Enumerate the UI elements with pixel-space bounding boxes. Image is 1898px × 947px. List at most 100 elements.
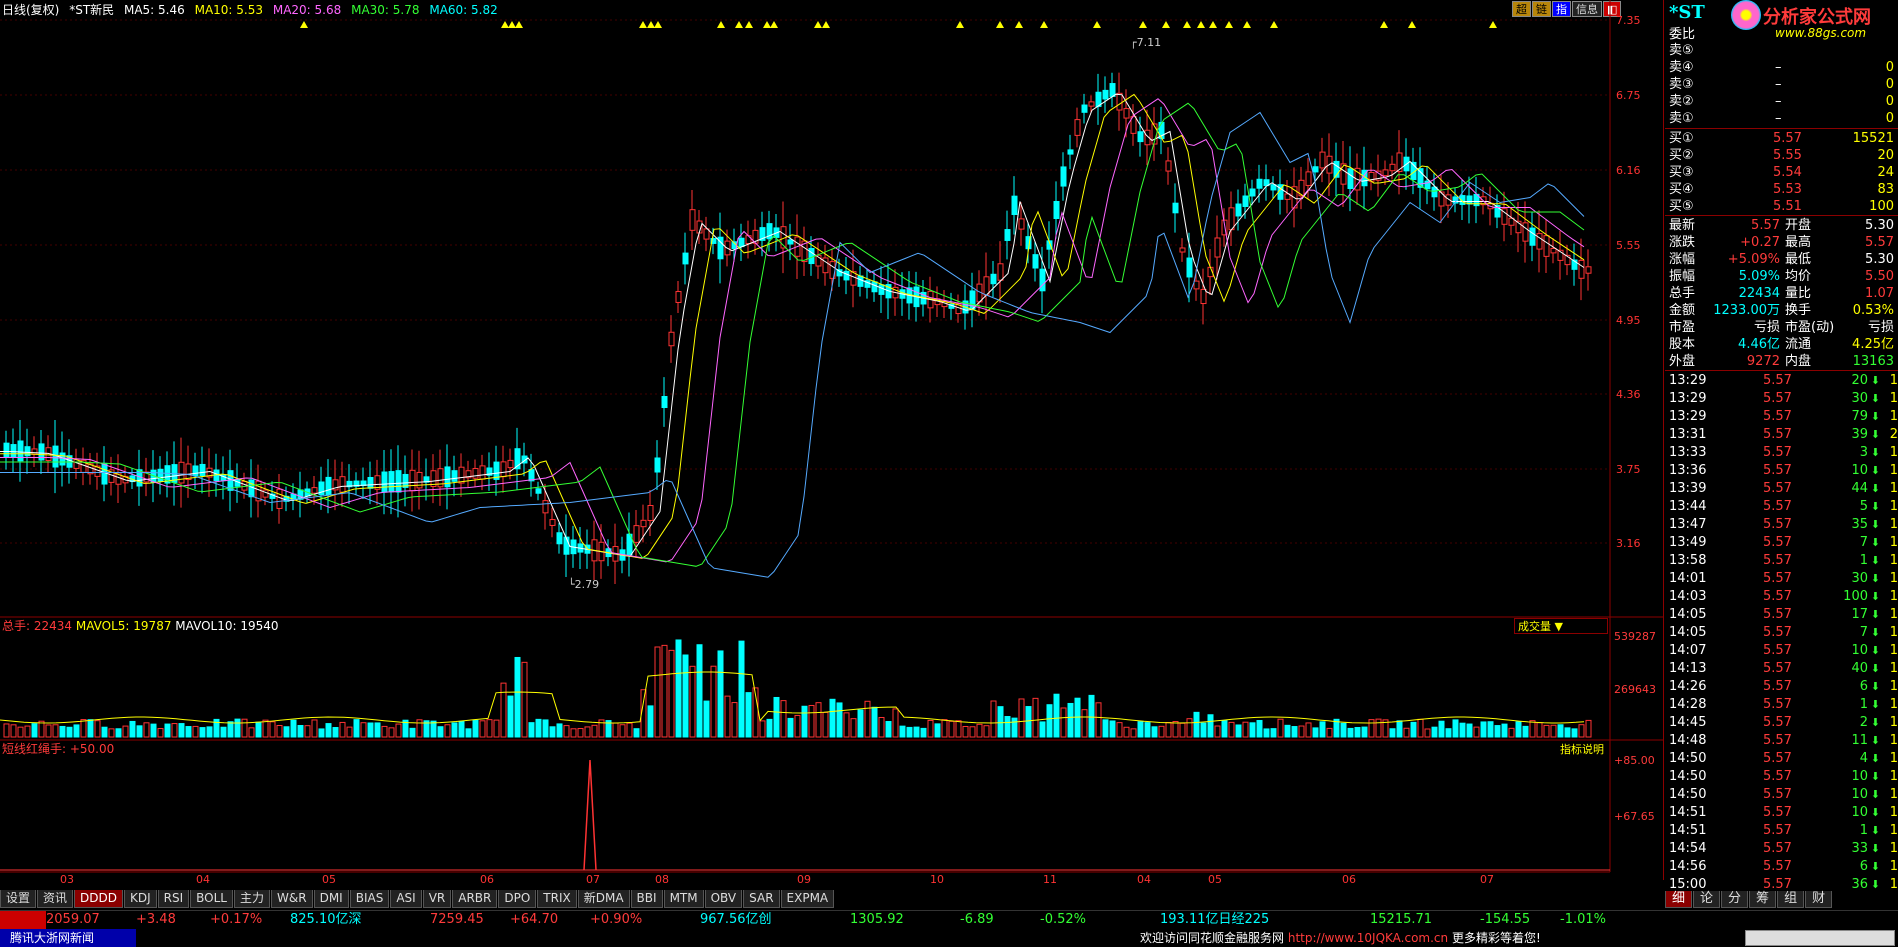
- volume-bar: [10, 724, 17, 738]
- tick-row[interactable]: 13:39 5.57 44 ⬇ 1: [1665, 480, 1898, 497]
- buy-label: 买⑤: [1669, 199, 1694, 214]
- volume-bar: [528, 722, 535, 738]
- tick-count: 1: [1889, 787, 1898, 802]
- arrow-down-icon: ⬇: [1870, 608, 1880, 621]
- candle-body: [1032, 254, 1039, 269]
- tick-count: 1: [1889, 571, 1898, 586]
- tick-row[interactable]: 14:13 5.57 40 ⬇ 1: [1665, 660, 1898, 677]
- welcome-url[interactable]: http://www.10JQKA.com.cn: [1288, 931, 1448, 945]
- tab-1[interactable]: 资讯: [37, 890, 74, 908]
- stat-value-b: 1.07: [1865, 286, 1894, 301]
- tab-20[interactable]: EXPMA: [780, 890, 835, 908]
- tick-row[interactable]: 14:45 5.57 2 ⬇ 1: [1665, 714, 1898, 731]
- volume-bar: [1284, 724, 1291, 738]
- tick-count: 1: [1889, 823, 1898, 838]
- tab-11[interactable]: VR: [422, 890, 452, 908]
- tick-row[interactable]: 14:51 5.57 1 ⬇ 1: [1665, 822, 1898, 839]
- arrow-down-icon: ⬇: [1870, 878, 1880, 891]
- tab-3[interactable]: KDJ: [124, 890, 157, 908]
- tick-row[interactable]: 14:50 5.57 10 ⬇ 1: [1665, 786, 1898, 803]
- tick-row[interactable]: 13:49 5.57 7 ⬇ 1: [1665, 534, 1898, 551]
- tick-row[interactable]: 13:29 5.57 30 ⬇ 1: [1665, 390, 1898, 407]
- kline-chart-area[interactable]: 日线(复权) *ST新民 MA5: 5.46 MA10: 5.53 MA20: …: [0, 0, 1664, 886]
- volume-bar: [451, 722, 458, 738]
- tick-row[interactable]: 14:07 5.57 10 ⬇ 1: [1665, 642, 1898, 659]
- tick-row[interactable]: 13:36 5.57 10 ⬇ 1: [1665, 462, 1898, 479]
- stat-value-b: 13163: [1852, 354, 1894, 369]
- volume-bar: [283, 726, 290, 738]
- buy-volume: 24: [1877, 165, 1894, 180]
- tick-row[interactable]: 14:01 5.57 30 ⬇ 1: [1665, 570, 1898, 587]
- tab-17[interactable]: MTM: [663, 890, 704, 908]
- right-tab-3[interactable]: 筹: [1749, 891, 1777, 908]
- tab-14[interactable]: TRIX: [537, 890, 577, 908]
- arrow-down-icon: ⬇: [1870, 716, 1880, 729]
- right-tab-1[interactable]: 论: [1693, 891, 1721, 908]
- tab-18[interactable]: OBV: [704, 890, 743, 908]
- candle-body: [1389, 163, 1396, 172]
- tab-15[interactable]: 新DMA: [577, 890, 630, 908]
- signal-triangle: [508, 21, 516, 28]
- buy-price: 5.51: [1773, 199, 1802, 214]
- tick-row[interactable]: 13:58 5.57 1 ⬇ 1: [1665, 552, 1898, 569]
- tab-4[interactable]: RSI: [157, 890, 190, 908]
- right-tab-0[interactable]: 细: [1665, 891, 1693, 908]
- candle-body: [409, 469, 416, 492]
- tray-toolbar[interactable]: [1745, 930, 1895, 946]
- tick-row[interactable]: 13:44 5.57 5 ⬇ 1: [1665, 498, 1898, 515]
- tab-7[interactable]: W&R: [271, 890, 313, 908]
- arrow-down-icon: ⬇: [1870, 536, 1880, 549]
- index-status-bar: 2059.07 +3.48 +0.17% 825.10亿深 7259.45 +6…: [0, 910, 1898, 929]
- tab-16[interactable]: BBI: [630, 890, 663, 908]
- tick-row[interactable]: 14:05 5.57 7 ⬇ 1: [1665, 624, 1898, 641]
- tick-row[interactable]: 14:50 5.57 10 ⬇ 1: [1665, 768, 1898, 785]
- tick-row[interactable]: 13:29 5.57 20 ⬇ 1: [1665, 372, 1898, 389]
- tick-row[interactable]: 13:31 5.57 39 ⬇ 2: [1665, 426, 1898, 443]
- tick-row[interactable]: 13:47 5.57 35 ⬇ 1: [1665, 516, 1898, 533]
- right-tab-5[interactable]: 财: [1805, 891, 1833, 908]
- volume-bar: [73, 724, 80, 738]
- tick-row[interactable]: 14:03 5.57 100 ⬇ 1: [1665, 588, 1898, 605]
- volume-bar: [675, 639, 682, 738]
- tick-row[interactable]: 13:33 5.57 3 ⬇ 1: [1665, 444, 1898, 461]
- tick-row[interactable]: 14:50 5.57 4 ⬇ 1: [1665, 750, 1898, 767]
- vol-mavol5: MAVOL5: 19787: [75, 619, 172, 633]
- volume-bar: [1417, 718, 1424, 738]
- tick-price: 5.57: [1763, 607, 1792, 622]
- indicator-help-button[interactable]: 指标说明: [1560, 741, 1604, 757]
- tab-19[interactable]: SAR: [743, 890, 780, 908]
- tick-price: 5.57: [1763, 553, 1792, 568]
- volume-bar: [1368, 719, 1375, 738]
- arrow-down-icon: ⬇: [1870, 518, 1880, 531]
- tab-8[interactable]: DMI: [313, 890, 349, 908]
- right-tab-4[interactable]: 组: [1777, 891, 1805, 908]
- tick-row[interactable]: 14:56 5.57 6 ⬇ 1: [1665, 858, 1898, 875]
- volume-bar: [794, 714, 801, 738]
- tick-row[interactable]: 14:54 5.57 33 ⬇ 1: [1665, 840, 1898, 857]
- candle-body: [458, 466, 465, 484]
- tick-row[interactable]: 13:29 5.57 79 ⬇ 1: [1665, 408, 1898, 425]
- candle-body: [1081, 104, 1088, 113]
- tick-count: 1: [1889, 661, 1898, 676]
- indicator-select[interactable]: 成交量 ▼: [1514, 618, 1608, 634]
- tab-9[interactable]: BIAS: [349, 890, 390, 908]
- tab-0[interactable]: 设置: [0, 890, 37, 908]
- news-ticker[interactable]: 腾讯大浙网新闻: [0, 929, 136, 947]
- candle-body: [276, 488, 283, 509]
- tab-12[interactable]: ARBR: [452, 890, 498, 908]
- tick-row[interactable]: 14:26 5.57 6 ⬇ 1: [1665, 678, 1898, 695]
- tab-5[interactable]: BOLL: [190, 890, 233, 908]
- tab-13[interactable]: DPO: [498, 890, 537, 908]
- tick-row[interactable]: 14:48 5.57 11 ⬇ 1: [1665, 732, 1898, 749]
- tab-6[interactable]: 主力: [234, 890, 271, 908]
- tick-row[interactable]: 14:51 5.57 10 ⬇ 1: [1665, 804, 1898, 821]
- sh-marker: [0, 911, 46, 929]
- tab-2[interactable]: DDDD: [74, 890, 123, 908]
- mavol5-line: [0, 671, 1585, 724]
- tick-count: 1: [1889, 463, 1898, 478]
- right-tab-2[interactable]: 分: [1721, 891, 1749, 908]
- ind-tick-1: +85.00: [1614, 754, 1655, 767]
- tick-row[interactable]: 14:05 5.57 17 ⬇ 1: [1665, 606, 1898, 623]
- tab-10[interactable]: ASI: [390, 890, 422, 908]
- tick-row[interactable]: 14:28 5.57 1 ⬇ 1: [1665, 696, 1898, 713]
